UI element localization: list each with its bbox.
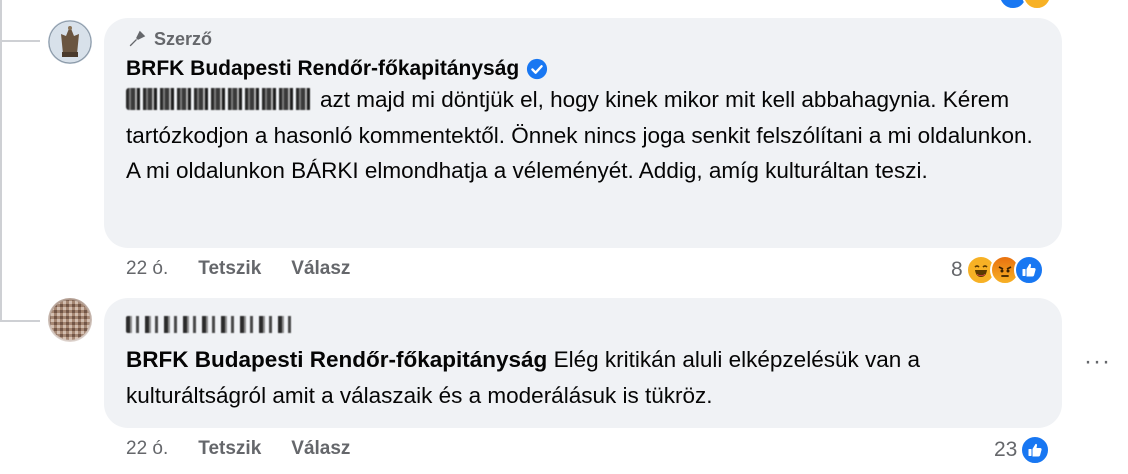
comment-bubble: BRFK Budapesti Rendőr-főkapitányság Elég… xyxy=(104,298,1062,428)
more-options-button[interactable]: ··· xyxy=(1084,348,1111,376)
reaction-summary[interactable]: 8 xyxy=(951,255,1044,285)
thread-line-mid xyxy=(0,40,2,322)
mention-link[interactable]: BRFK Budapesti Rendőr-főkapitányság xyxy=(126,347,547,372)
police-emblem-icon xyxy=(48,20,92,64)
author-badge: Szerző xyxy=(126,28,1040,50)
comment-actions: 22 ó. Tetszik Válasz xyxy=(126,258,350,280)
redacted-mention[interactable] xyxy=(126,88,312,110)
verified-badge-icon xyxy=(527,58,548,80)
reactions-cutoff-above xyxy=(998,0,1052,10)
comment-text: azt majd mi döntjük el, hogy kinek mikor… xyxy=(126,82,1040,189)
reaction-count: 8 xyxy=(951,258,963,281)
comment-text: BRFK Budapesti Rendőr-főkapitányság Elég… xyxy=(126,342,1040,413)
like-icon xyxy=(1013,255,1044,285)
like-icon xyxy=(1020,435,1051,465)
author-badge-label: Szerző xyxy=(154,28,213,49)
reaction-count: 23 xyxy=(994,438,1018,461)
redacted-author-name[interactable] xyxy=(126,314,1040,334)
thread-connector-2 xyxy=(0,320,40,322)
author-name[interactable]: BRFK Budapesti Rendőr-főkapitányság xyxy=(126,57,519,81)
reaction-summary[interactable]: 23 xyxy=(994,435,1051,465)
timestamp[interactable]: 22 ó. xyxy=(126,438,168,460)
reply-button[interactable]: Válasz xyxy=(291,258,350,280)
like-button[interactable]: Tetszik xyxy=(198,258,261,280)
avatar[interactable] xyxy=(48,20,92,64)
thread-line-top xyxy=(0,0,2,42)
microphone-icon xyxy=(129,30,146,47)
timestamp[interactable]: 22 ó. xyxy=(126,258,168,280)
comment-bubble: Szerző BRFK Budapesti Rendőr-főkapitánys… xyxy=(104,18,1062,248)
thread-connector-1 xyxy=(0,40,40,42)
redacted-author-blur xyxy=(126,315,294,333)
avatar[interactable] xyxy=(48,298,92,342)
like-button[interactable]: Tetszik xyxy=(198,438,261,460)
profile-photo-icon xyxy=(50,300,90,340)
reply-button[interactable]: Válasz xyxy=(291,438,350,460)
comment-actions: 22 ó. Tetszik Válasz xyxy=(126,438,350,460)
